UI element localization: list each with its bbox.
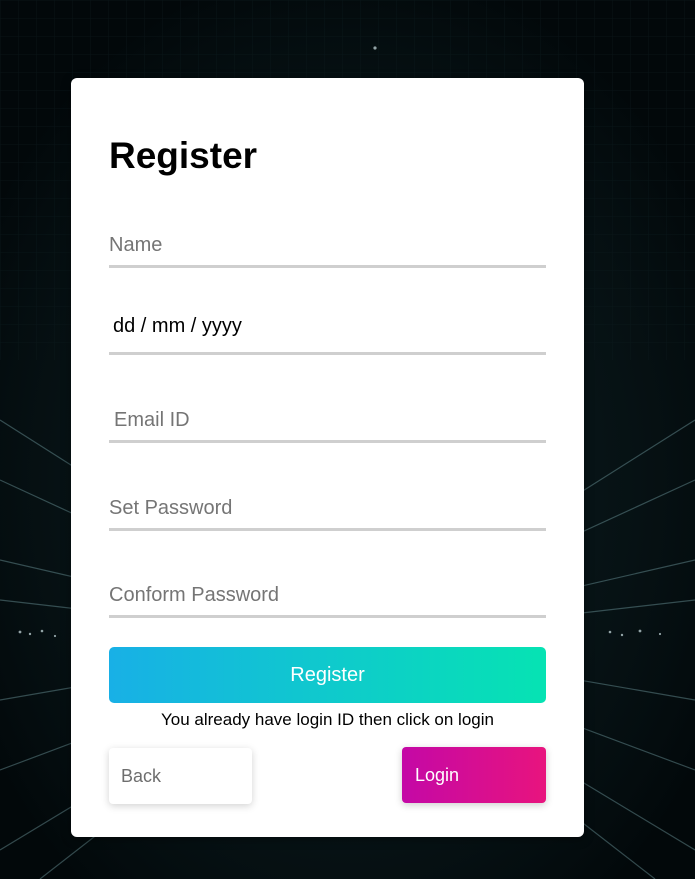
confirm-password-field[interactable] xyxy=(109,575,546,618)
date-of-birth-field[interactable]: dd / mm / yyyy xyxy=(109,312,546,355)
register-button[interactable]: Register xyxy=(109,647,546,703)
date-format-placeholder: dd / mm / yyyy xyxy=(113,315,242,337)
page-title: Register xyxy=(109,135,258,176)
name-field[interactable] xyxy=(109,225,546,268)
login-button[interactable]: Login xyxy=(402,747,546,803)
email-field[interactable] xyxy=(109,400,546,443)
set-password-field[interactable] xyxy=(109,488,546,531)
back-button[interactable]: Back xyxy=(109,748,252,804)
register-card: Register dd / mm / yyyy Register You alr… xyxy=(71,78,584,837)
login-hint-text: You already have login ID then click on … xyxy=(161,710,494,729)
